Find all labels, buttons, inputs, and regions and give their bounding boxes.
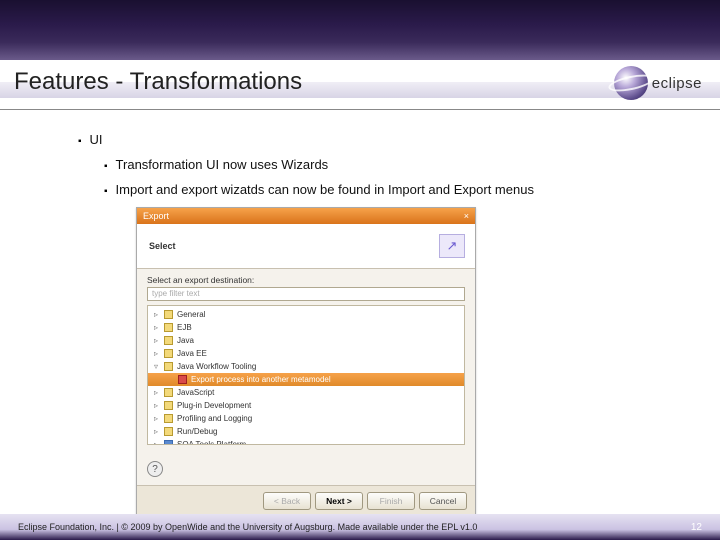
export-dialog-screenshot: Export × Select ↗ Select an export desti… bbox=[136, 207, 476, 517]
tree-item: ▿Java Workflow Tooling bbox=[148, 360, 464, 373]
back-button[interactable]: < Back bbox=[263, 492, 311, 510]
slide-footer: Eclipse Foundation, Inc. | © 2009 by Ope… bbox=[0, 514, 720, 540]
folder-icon bbox=[164, 362, 173, 371]
export-icon: ↗ bbox=[439, 234, 465, 258]
tree-item: ▹General bbox=[148, 308, 464, 321]
bullet-ui-text: UI bbox=[90, 132, 103, 147]
export-tree[interactable]: ▹General ▹EJB ▹Java ▹Java EE ▿Java Workf… bbox=[147, 305, 465, 445]
bullet-wizards-text: Transformation UI now uses Wizards bbox=[116, 157, 329, 172]
dialog-banner-text: Select bbox=[149, 241, 176, 251]
slide-header: Features - Transformations eclipse bbox=[0, 60, 720, 110]
dialog-banner: Select ↗ bbox=[137, 224, 475, 269]
file-icon bbox=[164, 440, 173, 445]
filter-placeholder-text: type filter text bbox=[152, 289, 200, 298]
folder-icon bbox=[164, 349, 173, 358]
close-icon[interactable]: × bbox=[464, 211, 469, 221]
tree-item: ▹Profiling and Logging bbox=[148, 412, 464, 425]
bullet-import-export: Import and export wizatds can now be fou… bbox=[104, 182, 672, 197]
footer-copyright: Eclipse Foundation, Inc. | © 2009 by Ope… bbox=[18, 522, 477, 532]
page-number: 12 bbox=[691, 522, 702, 533]
tree-item-selected: Export process into another metamodel bbox=[148, 373, 464, 386]
folder-icon bbox=[164, 388, 173, 397]
tree-item: ▹SOA Tools Platform bbox=[148, 438, 464, 445]
folder-icon bbox=[164, 427, 173, 436]
page-title: Features - Transformations bbox=[14, 68, 706, 96]
finish-button[interactable]: Finish bbox=[367, 492, 415, 510]
help-icon[interactable]: ? bbox=[147, 461, 163, 477]
slide-top-gradient bbox=[0, 0, 720, 60]
eclipse-logo: eclipse bbox=[614, 66, 702, 100]
tree-item: ▹Run/Debug bbox=[148, 425, 464, 438]
folder-icon bbox=[164, 414, 173, 423]
dialog-titlebar: Export × bbox=[137, 208, 475, 224]
tree-item: ▹Java EE bbox=[148, 347, 464, 360]
bullet-ui: UI Transformation UI now uses Wizards Im… bbox=[78, 132, 672, 197]
bullet-wizards: Transformation UI now uses Wizards bbox=[104, 157, 672, 172]
filter-input[interactable]: type filter text bbox=[147, 287, 465, 301]
eclipse-orb-icon bbox=[614, 66, 648, 100]
eclipse-logo-text: eclipse bbox=[652, 75, 702, 92]
bullet-import-export-text: Import and export wizatds can now be fou… bbox=[116, 182, 534, 197]
cancel-button[interactable]: Cancel bbox=[419, 492, 467, 510]
file-icon bbox=[178, 375, 187, 384]
tree-item: ▹Plug-in Development bbox=[148, 399, 464, 412]
folder-icon bbox=[164, 323, 173, 332]
tree-item: ▹Java bbox=[148, 334, 464, 347]
dest-label: Select an export destination: bbox=[147, 275, 465, 285]
folder-icon bbox=[164, 401, 173, 410]
dialog-button-bar: < Back Next > Finish Cancel bbox=[137, 485, 475, 516]
tree-item: ▹EJB bbox=[148, 321, 464, 334]
folder-icon bbox=[164, 310, 173, 319]
tree-item: ▹JavaScript bbox=[148, 386, 464, 399]
dialog-title: Export bbox=[143, 211, 169, 221]
slide-content: UI Transformation UI now uses Wizards Im… bbox=[0, 110, 720, 517]
next-button[interactable]: Next > bbox=[315, 492, 363, 510]
folder-icon bbox=[164, 336, 173, 345]
